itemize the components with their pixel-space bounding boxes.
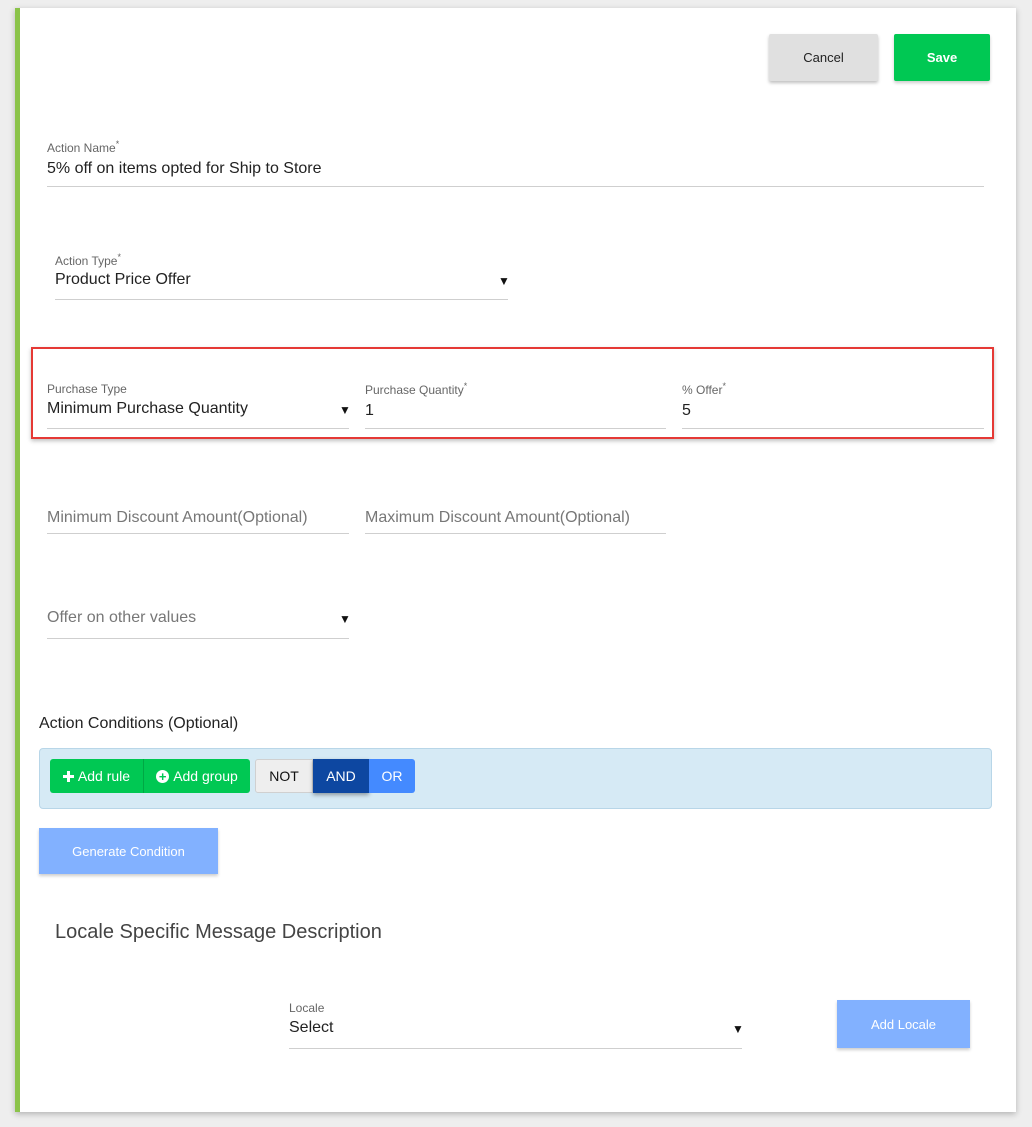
offer-percent-input[interactable]: 5 bbox=[682, 402, 691, 420]
max-discount-input[interactable]: Maximum Discount Amount(Optional) bbox=[365, 509, 630, 527]
add-locale-button[interactable]: Add Locale bbox=[837, 1000, 970, 1048]
caret-down-icon[interactable]: ▼ bbox=[498, 274, 510, 288]
locale-label: Locale bbox=[289, 1001, 325, 1015]
locale-section-heading: Locale Specific Message Description bbox=[55, 921, 382, 943]
locale-select[interactable]: Select bbox=[289, 1019, 333, 1037]
not-toggle[interactable]: NOT bbox=[255, 759, 313, 793]
action-name-underline bbox=[47, 186, 984, 187]
and-toggle[interactable]: AND bbox=[313, 759, 369, 793]
min-discount-underline bbox=[47, 533, 349, 534]
save-button[interactable]: Save bbox=[894, 34, 990, 81]
generate-condition-button[interactable]: Generate Condition bbox=[39, 828, 218, 874]
purchase-type-label: Purchase Type bbox=[47, 382, 127, 396]
action-type-underline bbox=[55, 299, 508, 300]
purchase-type-select[interactable]: Minimum Purchase Quantity bbox=[47, 400, 248, 418]
add-group-button[interactable]: + Add group bbox=[143, 759, 250, 793]
caret-down-icon[interactable]: ▼ bbox=[339, 403, 351, 417]
caret-down-icon[interactable]: ▼ bbox=[339, 612, 351, 626]
action-type-label: Action Type* bbox=[55, 252, 121, 268]
purchase-quantity-input[interactable]: 1 bbox=[365, 402, 374, 420]
action-name-input[interactable]: 5% off on items opted for Ship to Store bbox=[47, 160, 322, 178]
locale-underline bbox=[289, 1048, 742, 1049]
plus-circle-icon: + bbox=[156, 769, 170, 783]
offer-percent-underline bbox=[682, 428, 984, 429]
offer-other-underline bbox=[47, 638, 349, 639]
action-type-select[interactable]: Product Price Offer bbox=[55, 271, 191, 289]
purchase-quantity-underline bbox=[365, 428, 666, 429]
purchase-quantity-label: Purchase Quantity* bbox=[365, 381, 468, 397]
min-discount-input[interactable]: Minimum Discount Amount(Optional) bbox=[47, 509, 308, 527]
action-name-label: Action Name* bbox=[47, 139, 120, 155]
offer-other-select[interactable]: Offer on other values bbox=[47, 609, 196, 627]
purchase-details-highlight bbox=[31, 347, 994, 439]
offer-percent-label: % Offer* bbox=[682, 381, 726, 397]
purchase-type-underline bbox=[47, 428, 349, 429]
or-toggle[interactable]: OR bbox=[369, 759, 415, 793]
plus-icon bbox=[62, 770, 74, 782]
max-discount-underline bbox=[365, 533, 666, 534]
add-rule-button[interactable]: Add rule bbox=[50, 759, 143, 793]
caret-down-icon[interactable]: ▼ bbox=[732, 1022, 744, 1036]
conditions-heading: Action Conditions (Optional) bbox=[39, 715, 239, 732]
action-form-card: Cancel Save Action Name* 5% off on items… bbox=[15, 8, 1016, 1112]
cancel-button[interactable]: Cancel bbox=[769, 34, 878, 81]
